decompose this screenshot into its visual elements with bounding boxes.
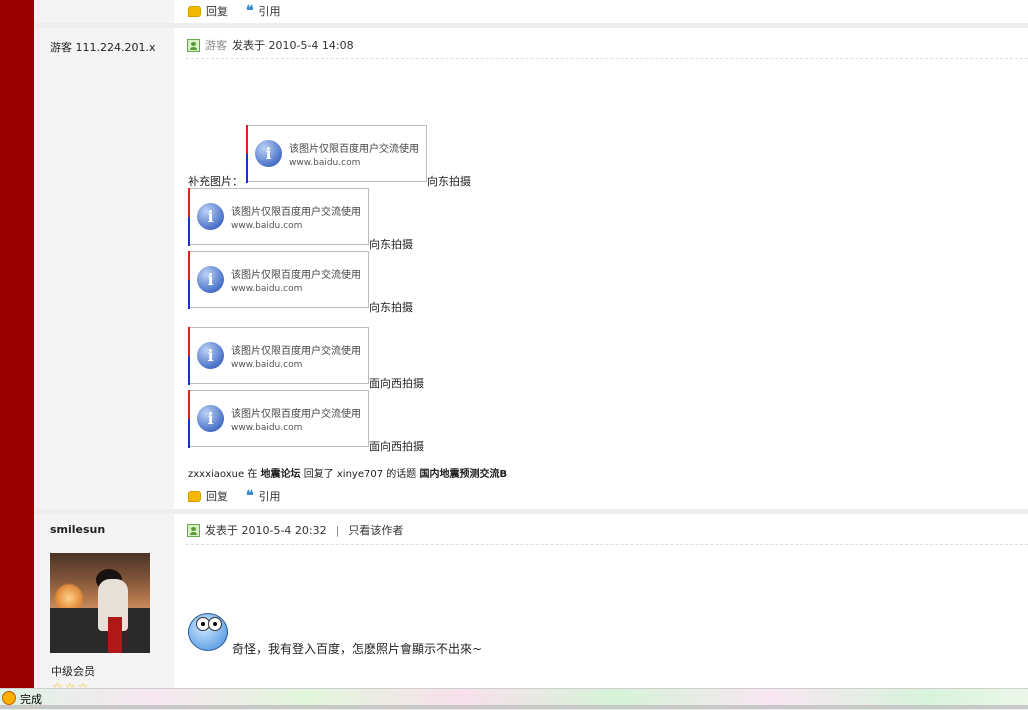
reply-icon[interactable]	[188, 5, 201, 17]
image-notice-text: 该图片仅限百度用户交流使用	[289, 144, 419, 155]
quote-icon[interactable]: ❝	[246, 4, 254, 18]
supplement-label: 补充图片：	[188, 175, 243, 188]
image-caption: 面向西拍摄	[369, 377, 424, 390]
image-border-red	[188, 327, 190, 356]
activity-user-link[interactable]: zxxxiaoxue	[188, 469, 244, 480]
image-placeholder[interactable]: i 该图片仅限百度用户交流使用 www.baidu.com	[188, 390, 369, 448]
info-icon: i	[197, 342, 224, 369]
reply-link[interactable]: 回复	[206, 488, 228, 504]
post-icon	[187, 523, 200, 537]
post2-posted-time: 发表于 2010-5-4 20:32	[205, 524, 327, 537]
image-caption: 向东拍摄	[427, 175, 471, 188]
activity-topic-word: 的话题	[386, 469, 417, 480]
image-notice-domain: www.baidu.com	[231, 284, 303, 294]
image-border-blue	[246, 154, 248, 183]
image-notice-text: 该图片仅限百度用户交流使用	[231, 346, 361, 357]
image-placeholder[interactable]: i 该图片仅限百度用户交流使用 www.baidu.com	[188, 251, 369, 309]
left-decorative-bar	[0, 0, 34, 688]
info-icon: i	[197, 405, 224, 432]
activity-replied-word: 回复了	[303, 469, 334, 480]
image-border-blue	[188, 217, 190, 246]
post1-author[interactable]: 游客 111.224.201.x	[50, 39, 155, 55]
image-notice-domain: www.baidu.com	[231, 360, 303, 370]
activity-forum-link[interactable]: 地震论坛	[261, 469, 301, 480]
reply-link[interactable]: 回复	[206, 3, 228, 19]
quote-link[interactable]: 引用	[259, 3, 281, 19]
quote-icon[interactable]: ❝	[246, 489, 254, 503]
post1-posted-time: 发表于 2010-5-4 14:08	[232, 39, 354, 52]
post2-author[interactable]: smilesun	[50, 523, 105, 536]
image-caption: 向东拍摄	[369, 238, 413, 251]
image-notice-domain: www.baidu.com	[231, 221, 303, 231]
image-notice-domain: www.baidu.com	[289, 158, 361, 168]
image-placeholder[interactable]: i 该图片仅限百度用户交流使用 www.baidu.com	[188, 188, 369, 246]
image-notice-text: 该图片仅限百度用户交流使用	[231, 409, 361, 420]
avatar[interactable]	[50, 553, 150, 653]
image-placeholder[interactable]: i 该图片仅限百度用户交流使用 www.baidu.com	[246, 125, 427, 183]
meta-separator: |	[335, 523, 340, 537]
emoticon-right-eye	[208, 617, 222, 631]
post1-actions: 回复 ❝ 引用	[188, 488, 281, 504]
image-notice-text: 该图片仅限百度用户交流使用	[231, 270, 361, 281]
image-notice-domain: www.baidu.com	[231, 423, 303, 433]
image-border-red	[188, 390, 190, 419]
info-icon: i	[197, 203, 224, 230]
user-rank: 中级会员	[51, 665, 95, 678]
activity-target-user-link[interactable]: xinye707	[337, 469, 383, 480]
meta-divider	[186, 58, 1028, 59]
previous-post-actions: 回复 ❝ 引用	[188, 3, 281, 19]
image-border-blue	[188, 280, 190, 309]
quote-link[interactable]: 引用	[259, 488, 281, 504]
post2-meta: 发表于 2010-5-4 20:32 | 只看该作者	[187, 522, 403, 538]
image-border-blue	[188, 419, 190, 448]
activity-in-word: 在	[247, 469, 258, 480]
taskbar-strip	[0, 705, 1028, 709]
meta-divider	[186, 544, 1028, 545]
post-separator	[34, 509, 1028, 514]
guest-user-icon	[187, 38, 200, 52]
confused-face-emoticon	[188, 613, 228, 651]
image-border-red	[188, 251, 190, 280]
avatar-legs	[108, 617, 122, 653]
image-border-red	[188, 188, 190, 217]
post1-guest-label: 游客	[205, 39, 227, 52]
activity-line: zxxxiaoxue 在 地震论坛 回复了 xinye707 的话题 国内地震预…	[188, 465, 507, 480]
post1-meta: 游客 发表于 2010-5-4 14:08	[187, 37, 354, 53]
only-author-link[interactable]: 只看该作者	[348, 522, 403, 538]
post2-content: 奇怪，我有登入百度，怎麽照片會顯示不出來~	[232, 642, 483, 656]
activity-topic-link[interactable]: 国内地震预测交流B	[419, 469, 507, 480]
image-caption: 向东拍摄	[369, 301, 413, 314]
info-icon: i	[255, 140, 282, 167]
info-icon: i	[197, 266, 224, 293]
reply-icon[interactable]	[188, 490, 201, 502]
image-caption: 面向西拍摄	[369, 440, 424, 453]
post-separator	[34, 23, 1028, 28]
image-notice-text: 该图片仅限百度用户交流使用	[231, 207, 361, 218]
image-border-red	[246, 125, 248, 154]
image-placeholder[interactable]: i 该图片仅限百度用户交流使用 www.baidu.com	[188, 327, 369, 385]
browser-status-icon	[2, 691, 16, 705]
image-border-blue	[188, 356, 190, 385]
